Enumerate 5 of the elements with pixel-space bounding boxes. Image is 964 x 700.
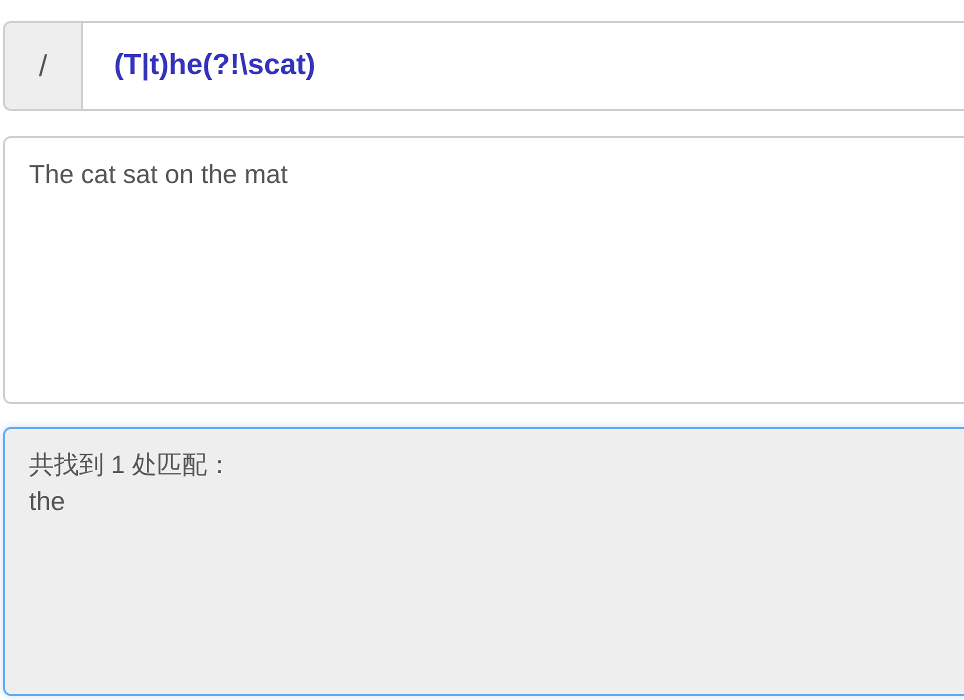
regex-input-field[interactable]: (T|t)he(?!\scat) <box>83 21 964 111</box>
regex-delimiter: / <box>3 21 83 111</box>
test-string-field[interactable]: The cat sat on the mat <box>3 136 964 404</box>
match-summary: 共找到 1 处匹配： <box>29 450 233 481</box>
match-text: the <box>29 485 66 517</box>
